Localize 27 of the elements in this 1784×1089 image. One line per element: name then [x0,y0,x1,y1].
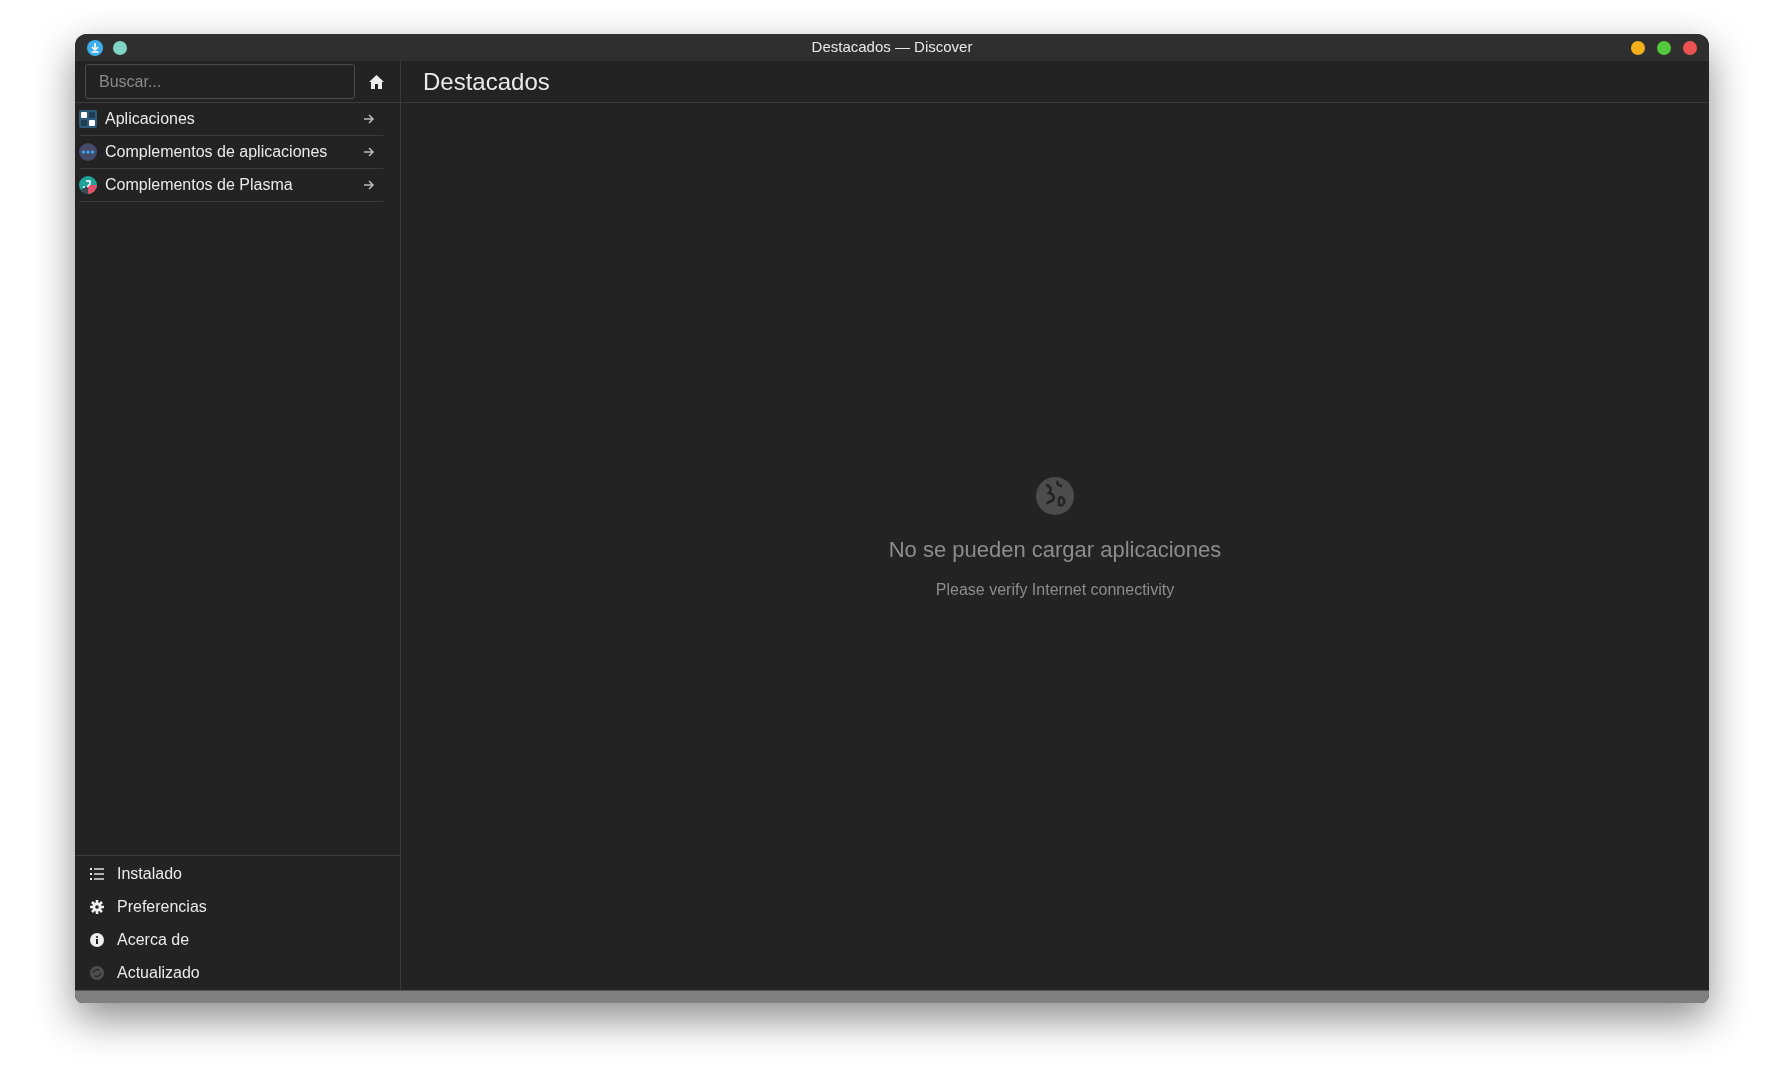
dots-icon [79,143,97,161]
arrow-icon [363,179,375,191]
category-item[interactable]: Aplicaciones [79,103,383,136]
page-heading: Destacados [423,66,550,97]
window-title: Destacados — Discover [811,37,973,58]
footer-item[interactable]: Instalado [75,857,375,890]
minimize-button[interactable] [1631,40,1645,55]
arrow-icon [363,113,375,125]
category-item[interactable]: Complementos de Plasma [79,169,383,202]
empty-state-message: Please verify Internet connectivity [935,580,1175,600]
maximize-button[interactable] [1657,40,1671,55]
settings-icon [90,899,104,914]
download-icon[interactable] [87,39,103,56]
footer-item[interactable]: Acerca de [75,923,375,956]
refresh-icon [90,965,104,980]
list-icon [90,867,104,880]
pin-icon[interactable] [113,40,127,55]
arrow-icon [363,146,375,158]
info-icon [90,932,104,947]
category-item[interactable]: Complementos de aplicaciones [79,136,383,169]
empty-state-title: No se pueden cargar aplicaciones [888,536,1222,564]
footer-item[interactable]: Actualizado [75,956,375,989]
search-field[interactable]: Buscar... [85,64,355,99]
close-button[interactable] [1683,40,1697,55]
home-icon[interactable] [369,74,384,89]
grid-icon [79,110,97,128]
footer-item[interactable]: Preferencias [75,890,375,923]
